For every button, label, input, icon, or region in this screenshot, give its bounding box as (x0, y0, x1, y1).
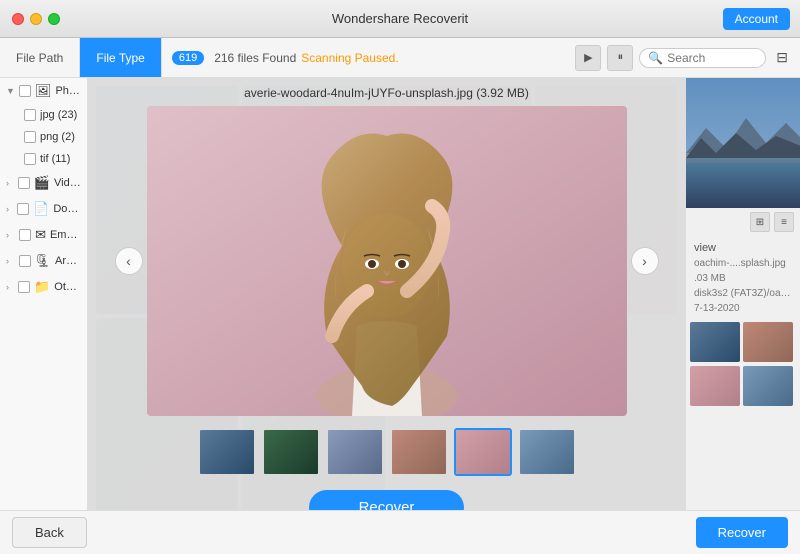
doc-checkbox[interactable] (17, 203, 29, 215)
sidebar-item-email[interactable]: › ✉ Email ( (0, 222, 87, 248)
recover-main-button[interactable]: Recover (696, 517, 788, 548)
thumbnail-6[interactable] (518, 428, 576, 476)
jpg-checkbox[interactable] (24, 109, 36, 121)
scanning-status: Scanning Paused. (301, 51, 398, 65)
search-input[interactable] (667, 51, 757, 65)
right-panel-thumbnail (686, 78, 800, 208)
app-title: Wondershare Recoverit (332, 11, 468, 26)
toolbar: File Path File Type 619 216 files Found … (0, 38, 800, 78)
thumbnail-5[interactable] (454, 428, 512, 476)
right-panel: ⊞ ≡ view oachim-....splash.jpg .03 MB di… (685, 78, 800, 554)
toolbar-controls: ▶ ⏸ 🔍 ⊟ (567, 45, 800, 71)
right-thumb-1[interactable] (690, 322, 740, 362)
thumbnail-2[interactable] (262, 428, 320, 476)
content-area: averie-woodard-4nuIm-jUYFo-unsplash.jpg … (88, 78, 685, 554)
filter-icon[interactable]: ⊟ (772, 49, 792, 66)
thumbnail-4[interactable] (390, 428, 448, 476)
expand-arrow-others: › (6, 282, 14, 292)
right-thumb-2[interactable] (743, 322, 793, 362)
thumbnail-1[interactable] (198, 428, 256, 476)
maximize-button[interactable] (48, 13, 60, 25)
scan-count: 619 (172, 51, 204, 65)
right-thumb-row-1 (690, 322, 796, 362)
search-box: 🔍 (639, 48, 766, 68)
sidebar-item-png[interactable]: png (2) (0, 126, 87, 148)
traffic-lights (0, 13, 60, 25)
minimize-button[interactable] (30, 13, 42, 25)
right-path: disk3s2 (FAT3Z)/oachim-pressl-jqe... (686, 286, 800, 301)
email-checkbox[interactable] (19, 229, 31, 241)
preview-image-container (147, 106, 627, 416)
preview-main-image (147, 106, 627, 416)
expand-arrow-doc: › (6, 204, 13, 214)
file-type-tab[interactable]: File Type (80, 38, 161, 77)
sidebar: ▼ 🖼 Photo jpg (23) png (2) tif (11) › 🎬 … (0, 78, 88, 554)
next-button[interactable]: › (631, 247, 659, 275)
expand-arrow-email: › (6, 230, 15, 240)
scan-status: 619 216 files Found Scanning Paused. (162, 51, 409, 65)
prev-button[interactable]: ‹ (115, 247, 143, 275)
bottom-bar: Back Recover (0, 510, 800, 554)
view-toggle: ⊞ ≡ (686, 208, 800, 236)
right-thumb-row-2 (690, 366, 796, 406)
others-checkbox[interactable] (18, 281, 30, 293)
right-thumb-4[interactable] (743, 366, 793, 406)
right-thumb-3[interactable] (690, 366, 740, 406)
sidebar-item-tif[interactable]: tif (11) (0, 148, 87, 170)
sidebar-item-document[interactable]: › 📄 Docum( (0, 196, 87, 222)
back-button[interactable]: Back (12, 517, 87, 548)
right-thumb-image (686, 78, 800, 208)
right-preview-label: view (686, 236, 800, 256)
thumbnail-strip (198, 428, 576, 476)
pause-icon[interactable]: ⏸ (607, 45, 633, 71)
play-icon[interactable]: ▶ (575, 45, 601, 71)
right-date: 7-13-2020 (686, 301, 800, 316)
close-button[interactable] (12, 13, 24, 25)
sidebar-item-photo[interactable]: ▼ 🖼 Photo (0, 78, 87, 104)
preview-overlay: averie-woodard-4nuIm-jUYFo-unsplash.jpg … (88, 78, 685, 554)
preview-nav-area: ‹ (107, 106, 667, 416)
thumbnail-3[interactable] (326, 428, 384, 476)
file-path-tab[interactable]: File Path (0, 38, 80, 77)
title-bar: Wondershare Recoverit Account (0, 0, 800, 38)
sidebar-item-video[interactable]: › 🎬 Video ( (0, 170, 87, 196)
files-found: 216 files Found (214, 51, 296, 65)
preview-filename: averie-woodard-4nuIm-jUYFo-unsplash.jpg … (244, 78, 529, 106)
expand-arrow: ▼ (6, 86, 15, 96)
video-checkbox[interactable] (18, 177, 30, 189)
grid-view-button[interactable]: ⊞ (750, 212, 770, 232)
account-button[interactable]: Account (723, 8, 790, 30)
archive-checkbox[interactable] (19, 255, 31, 267)
search-icon: 🔍 (648, 51, 663, 65)
sidebar-item-jpg[interactable]: jpg (23) (0, 104, 87, 126)
sidebar-item-archive[interactable]: › 🗜 Archiv (0, 248, 87, 274)
main-content: ▼ 🖼 Photo jpg (23) png (2) tif (11) › 🎬 … (0, 78, 800, 554)
png-checkbox[interactable] (24, 131, 36, 143)
right-filesize: .03 MB (686, 271, 800, 286)
right-filename: oachim-....splash.jpg (686, 256, 800, 271)
photo-checkbox[interactable] (19, 85, 31, 97)
expand-arrow-video: › (6, 178, 14, 188)
expand-arrow-archive: › (6, 256, 15, 266)
tif-checkbox[interactable] (24, 153, 36, 165)
list-view-button[interactable]: ≡ (774, 212, 794, 232)
sidebar-item-others[interactable]: › 📁 Others (0, 274, 87, 300)
